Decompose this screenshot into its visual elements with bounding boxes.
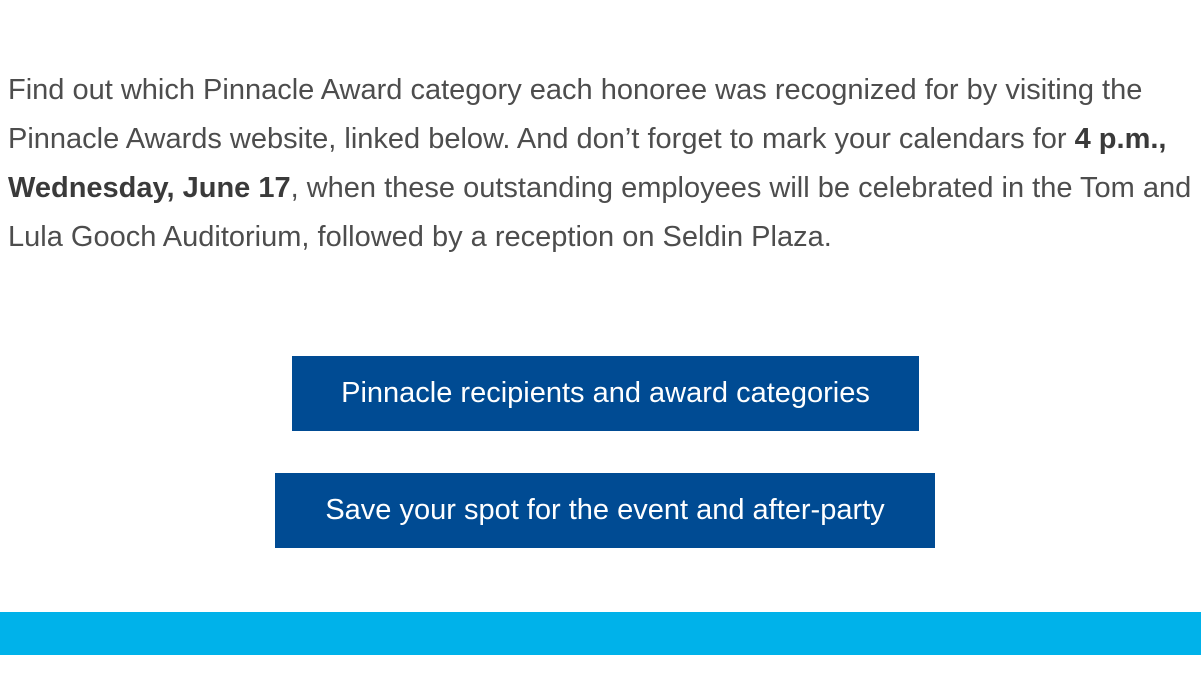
article-content: Find out which Pinnacle Award category e… (8, 66, 1201, 262)
body-text-part1: Find out which Pinnacle Award category e… (8, 74, 1143, 155)
save-spot-button[interactable]: Save your spot for the event and after-p… (275, 473, 935, 548)
footer-bar (0, 612, 1201, 655)
recipients-button[interactable]: Pinnacle recipients and award categories (292, 356, 919, 431)
body-paragraph: Find out which Pinnacle Award category e… (8, 66, 1201, 262)
